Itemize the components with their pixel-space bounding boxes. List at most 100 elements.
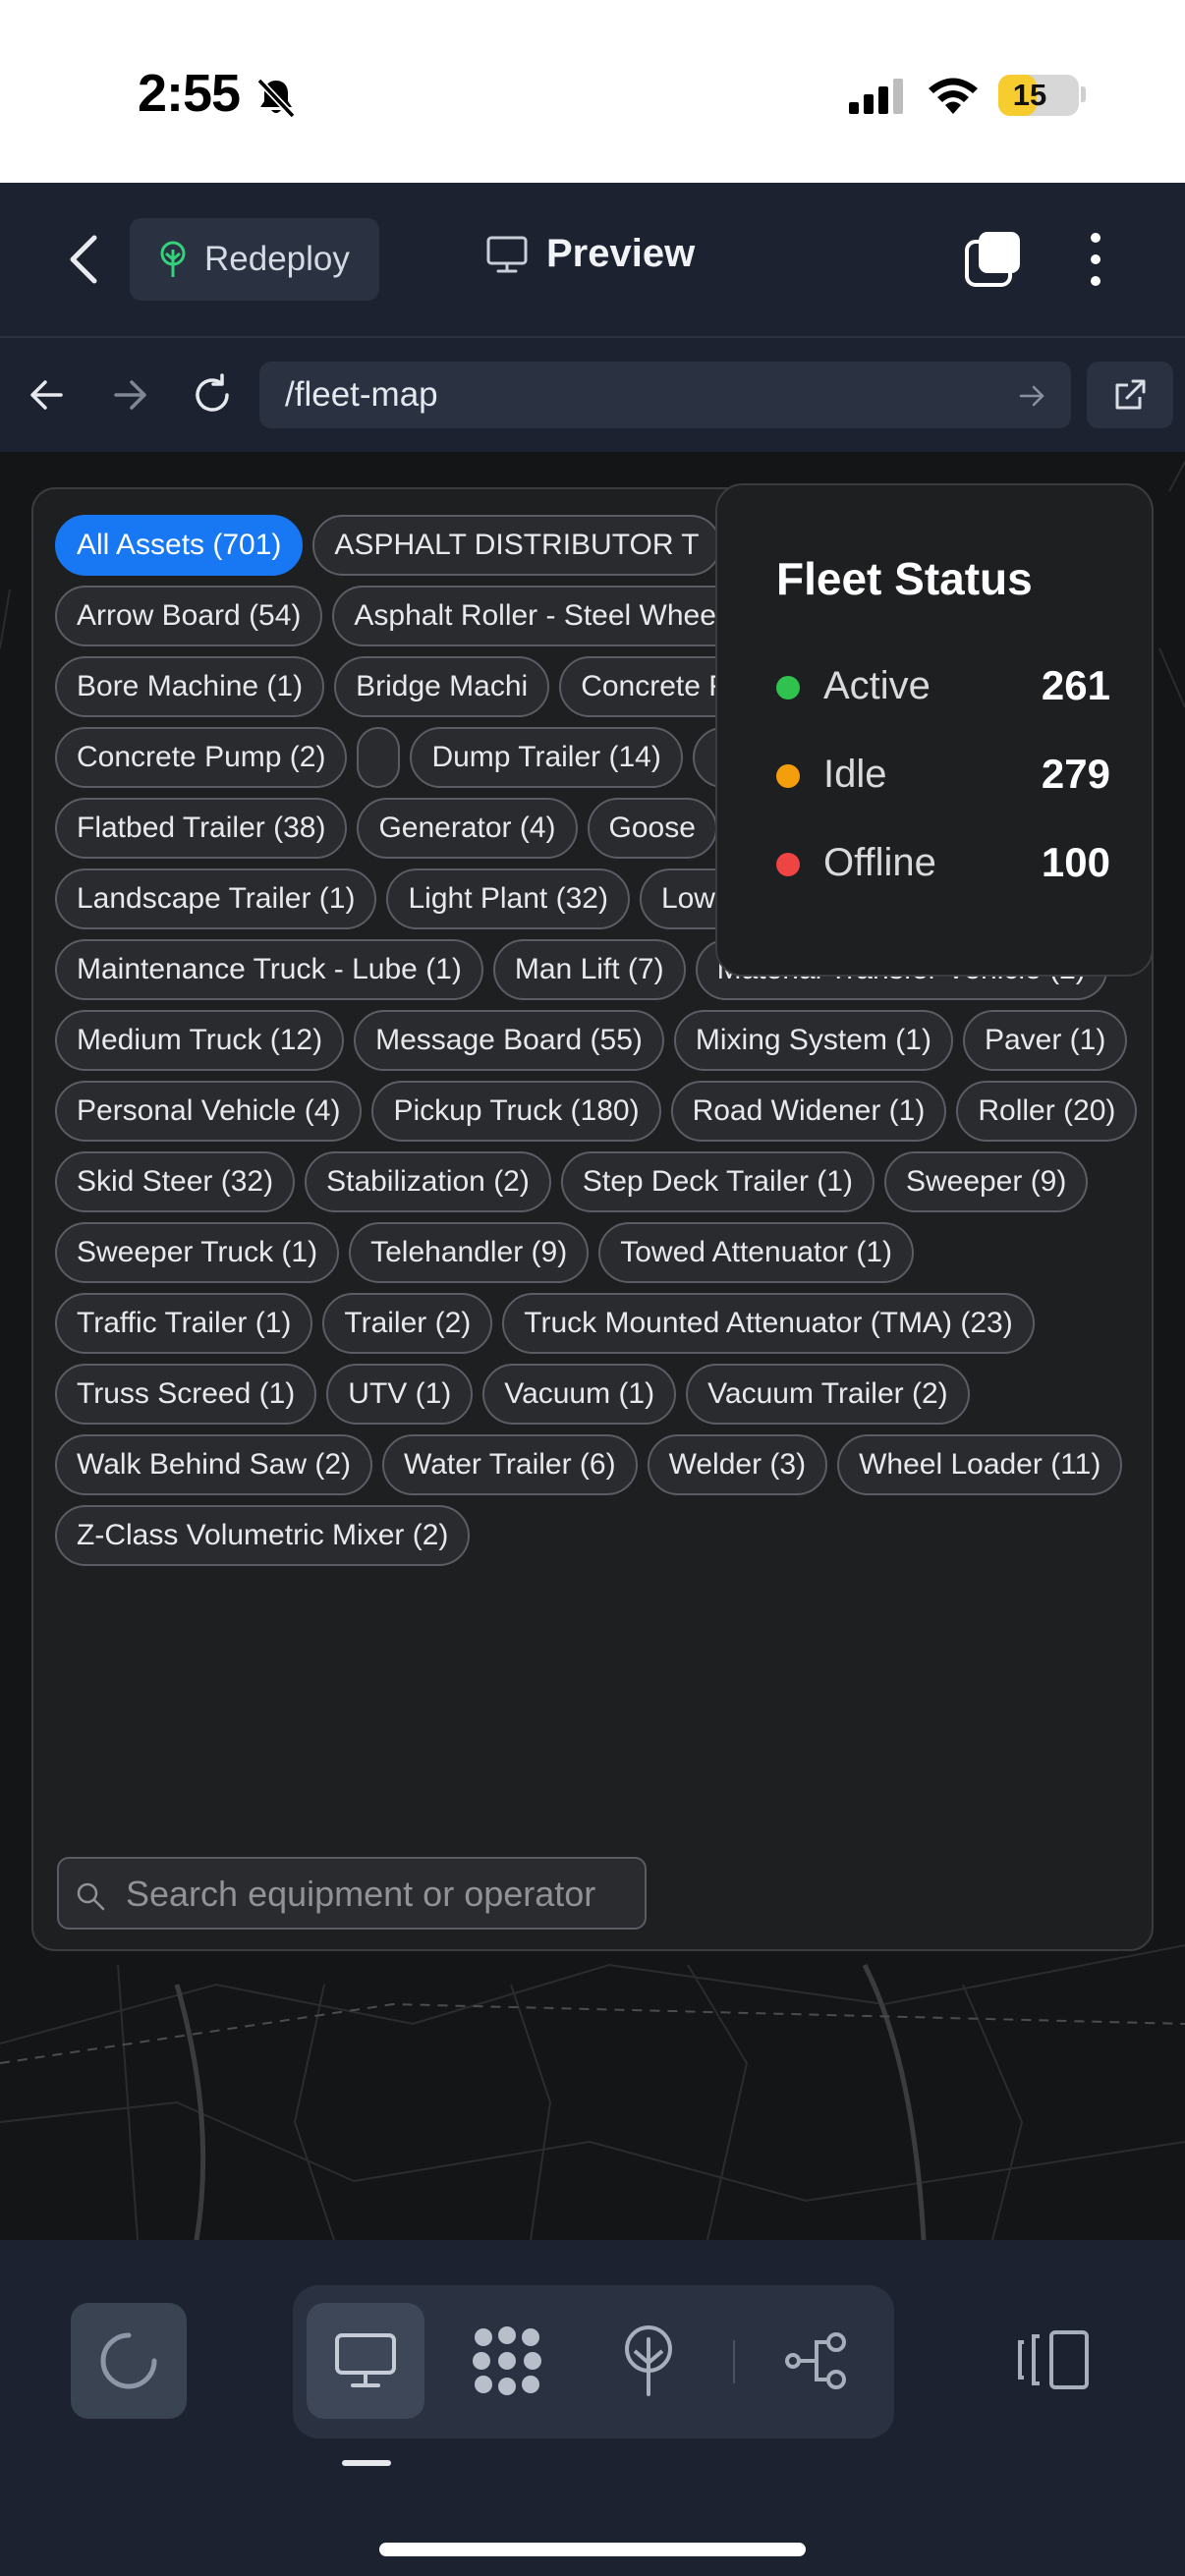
arrow-left-icon[interactable] [28, 375, 67, 415]
monitor-icon [486, 236, 528, 272]
filter-chip[interactable]: Roller (20) [956, 1081, 1138, 1142]
filter-chip[interactable]: Towed Attenuator (1) [598, 1222, 915, 1283]
home-indicator [379, 2543, 806, 2556]
filter-chip[interactable]: Road Widener (1) [670, 1081, 947, 1142]
filter-chip[interactable]: Z-Class Volumetric Mixer (2) [55, 1505, 471, 1566]
status-row-active: Active 261 [776, 656, 1110, 715]
fleet-map[interactable]: All Assets (701)ASPHALT DISTRIBUTOR TAir… [0, 452, 1185, 2240]
back-chevron-icon[interactable] [65, 232, 104, 287]
filter-chip[interactable]: All Assets (701) [55, 515, 304, 576]
filter-chip[interactable]: Message Board (55) [354, 1010, 664, 1071]
bottom-toolbar [0, 2240, 1185, 2576]
go-arrow-icon[interactable] [1018, 383, 1045, 409]
filter-chip[interactable]: Skid Steer (32) [55, 1151, 296, 1212]
filter-chip[interactable]: Sweeper (9) [883, 1151, 1089, 1212]
equipment-search[interactable] [57, 1857, 647, 1930]
arrow-right-icon[interactable] [110, 375, 149, 415]
redeploy-label: Redeploy [204, 240, 350, 278]
fleet-status-title: Fleet Status [776, 553, 1033, 604]
filter-chip[interactable]: Bore Machine (1) [55, 656, 325, 717]
filter-chip[interactable]: Telehandler (9) [349, 1222, 590, 1283]
status-name: Offline [823, 841, 936, 884]
filter-chip[interactable]: Truss Screed (1) [55, 1364, 317, 1425]
filter-chip[interactable]: Water Trailer (6) [382, 1434, 638, 1495]
filter-chip[interactable]: Maintenance Truck - Lube (1) [55, 939, 483, 1000]
filter-chip[interactable]: Traffic Trailer (1) [55, 1293, 313, 1354]
tool-share[interactable] [757, 2303, 875, 2419]
filter-chip[interactable]: Personal Vehicle (4) [55, 1081, 363, 1142]
filter-chip[interactable]: Medium Truck (12) [55, 1010, 345, 1071]
share-nodes-icon [785, 2332, 846, 2389]
filter-chip[interactable]: Landscape Trailer (1) [55, 868, 377, 929]
filter-chip[interactable]: Man Lift (7) [492, 939, 686, 1000]
reload-icon[interactable] [191, 373, 234, 417]
dots-grid-icon [473, 2326, 541, 2395]
app-header: Redeploy Preview [0, 183, 1185, 336]
filter-chip[interactable]: Trailer (2) [322, 1293, 493, 1354]
status-count: 279 [1041, 751, 1110, 797]
status-bar: 2:55 15 [0, 0, 1185, 183]
status-row-idle: Idle 279 [776, 745, 1110, 804]
tree-icon [160, 241, 186, 277]
wifi-icon [929, 78, 978, 114]
tool-divider [733, 2340, 735, 2383]
view-tool-group [293, 2285, 894, 2438]
filter-chip[interactable]: Bridge Machi [334, 656, 550, 717]
preview-title: Preview [485, 232, 695, 276]
tool-deploy[interactable] [590, 2303, 707, 2419]
filter-chip[interactable] [357, 727, 401, 788]
status-time: 2:55 [138, 64, 241, 123]
status-row-offline: Offline 100 [776, 833, 1110, 892]
filter-chip[interactable]: Sweeper Truck (1) [55, 1222, 340, 1283]
fleet-status-card: Fleet Status Active 261 Idle 279 Offline… [715, 483, 1154, 977]
url-field[interactable]: /fleet-map [259, 362, 1071, 428]
tree-icon [625, 2325, 672, 2396]
status-dot-idle [776, 764, 800, 788]
redeploy-button[interactable]: Redeploy [130, 218, 379, 301]
tabs-icon[interactable] [963, 230, 1022, 289]
filter-chip[interactable]: Step Deck Trailer (1) [560, 1151, 875, 1212]
search-icon [77, 1882, 105, 1911]
filter-chip[interactable]: ASPHALT DISTRIBUTOR T [312, 515, 721, 576]
filter-chip[interactable]: Vacuum (1) [482, 1364, 677, 1425]
bell-slash-icon [256, 78, 296, 119]
url-text: /fleet-map [285, 375, 438, 414]
search-input[interactable] [126, 1867, 633, 1922]
filter-chip[interactable]: Mixing System (1) [673, 1010, 953, 1071]
external-link-icon [1115, 379, 1146, 410]
active-tab-indicator [342, 2460, 391, 2466]
filter-chip[interactable]: Goose [587, 798, 717, 859]
filter-chip[interactable]: Truck Mounted Attenuator (TMA) (23) [502, 1293, 1035, 1354]
tool-preview[interactable] [307, 2303, 424, 2419]
cellular-signal-icon [849, 79, 903, 114]
filter-chip[interactable]: Wheel Loader (11) [837, 1434, 1123, 1495]
filter-chip[interactable]: Stabilization (2) [305, 1151, 551, 1212]
monitor-icon [335, 2333, 396, 2387]
more-vertical-icon[interactable] [1081, 230, 1110, 289]
filter-chip[interactable]: Vacuum Trailer (2) [686, 1364, 970, 1425]
status-count: 100 [1041, 839, 1110, 885]
battery-nub [1081, 86, 1086, 102]
filter-chip[interactable]: Generator (4) [357, 798, 578, 859]
filter-chip[interactable]: Concrete Pump (2) [55, 727, 348, 788]
filter-chip[interactable]: Paver (1) [962, 1010, 1128, 1071]
filter-chip[interactable]: Walk Behind Saw (2) [55, 1434, 372, 1495]
preview-label: Preview [546, 232, 696, 275]
url-bar: /fleet-map [0, 336, 1185, 452]
battery-icon: 15 [998, 75, 1079, 116]
tool-components[interactable] [448, 2303, 566, 2419]
loading-button[interactable] [71, 2303, 187, 2419]
filter-chip[interactable]: Light Plant (32) [386, 868, 630, 929]
status-name: Idle [823, 753, 887, 796]
filter-chip[interactable]: Welder (3) [647, 1434, 828, 1495]
status-name: Active [823, 664, 931, 707]
filter-chip[interactable]: Arrow Board (54) [55, 586, 323, 646]
open-external-button[interactable] [1087, 362, 1173, 428]
panel-layout-icon[interactable] [1016, 2328, 1091, 2391]
status-count: 261 [1041, 662, 1110, 708]
status-dot-offline [776, 853, 800, 876]
filter-chip[interactable]: Pickup Truck (180) [371, 1081, 661, 1142]
filter-chip[interactable]: Flatbed Trailer (38) [55, 798, 348, 859]
filter-chip[interactable]: Dump Trailer (14) [410, 727, 683, 788]
filter-chip[interactable]: UTV (1) [326, 1364, 474, 1425]
